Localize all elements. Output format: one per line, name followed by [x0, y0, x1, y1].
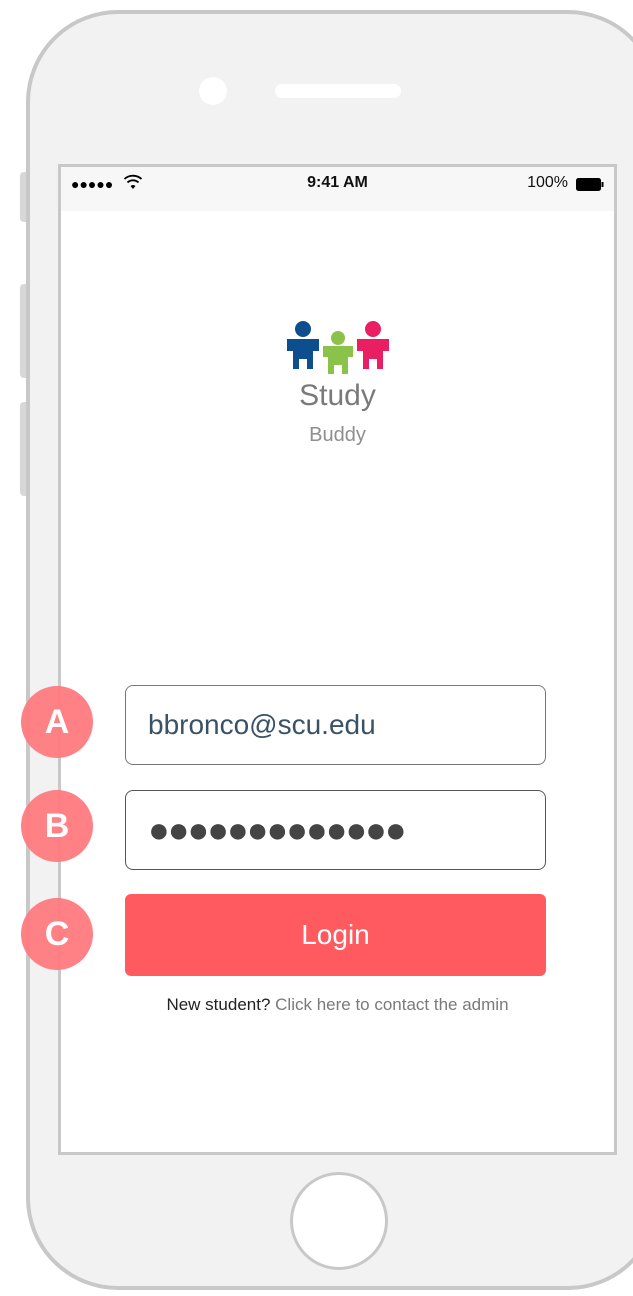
email-value: bbronco@scu.edu [148, 709, 376, 740]
annotation-badge-c: C [21, 898, 93, 970]
puzzle-people-logo [286, 321, 389, 374]
login-button[interactable]: Login [125, 894, 546, 976]
phone-screen: ●●●●● 9:41 AM 100% Study Buddy bbronco@s… [58, 164, 617, 1155]
app-logo: Study Buddy [61, 319, 614, 447]
front-camera [199, 77, 227, 105]
password-field[interactable]: ●●●●●●●●●●●●● [125, 790, 546, 870]
signup-prefix: New student? [166, 995, 271, 1014]
battery-full-icon [576, 178, 604, 191]
annotation-badge-b: B [21, 790, 93, 862]
password-value: ●●●●●●●●●●●●● [148, 809, 407, 850]
home-button[interactable] [290, 1172, 388, 1270]
email-field[interactable]: bbronco@scu.edu [125, 685, 546, 765]
logo-wordmark: Study [299, 379, 376, 412]
speaker-grille [275, 84, 401, 98]
annotation-badge-a: A [21, 686, 93, 758]
contact-admin-link[interactable]: Click here to contact the admin [275, 995, 508, 1014]
battery-percentage: 100% [527, 174, 568, 191]
logo-subtitle: Buddy [309, 424, 366, 446]
signup-prompt: New student? Click here to contact the a… [61, 995, 614, 1015]
status-bar: ●●●●● 9:41 AM 100% [61, 167, 614, 211]
